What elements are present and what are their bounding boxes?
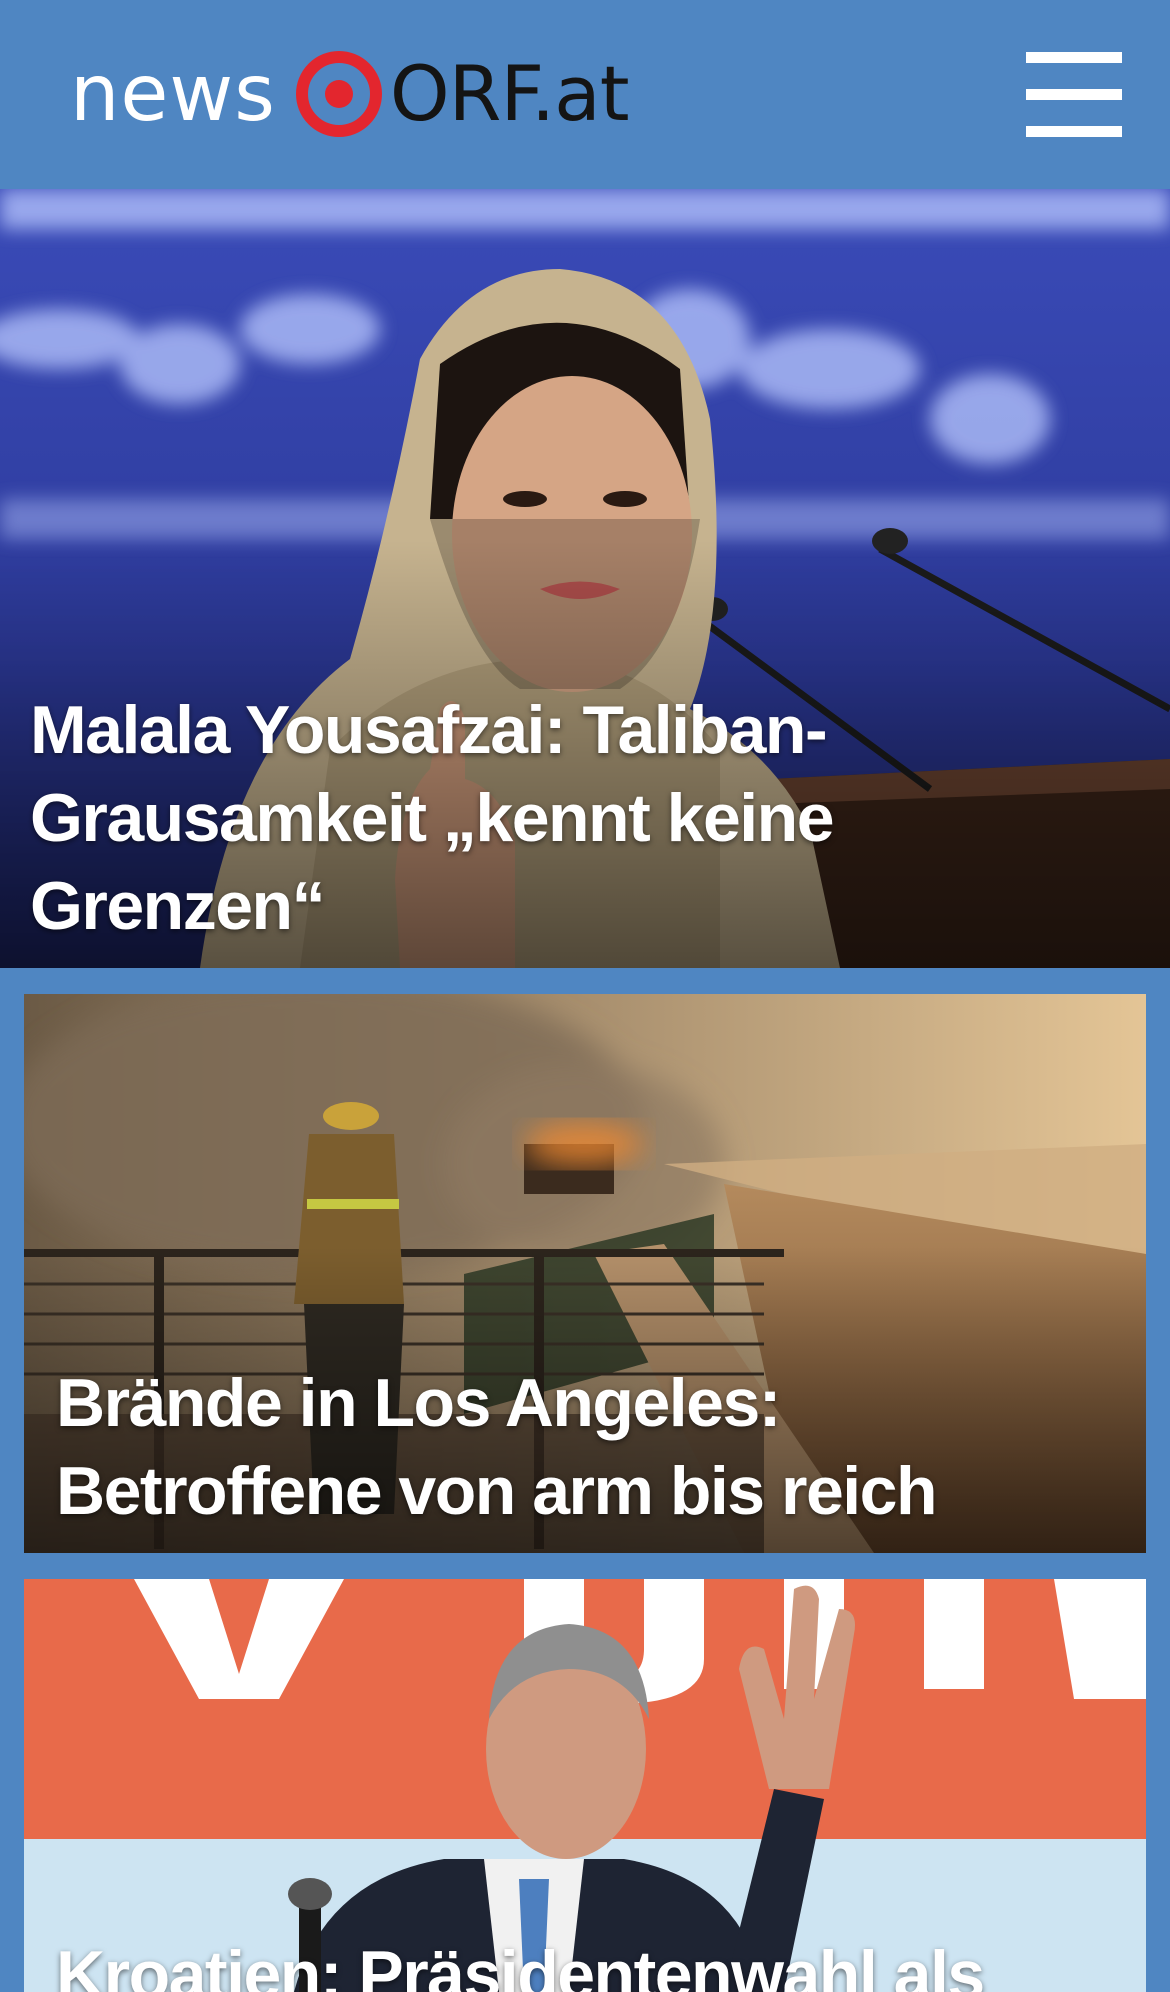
croatia-headline[interactable]: Kroatien: Präsidentenwahl als (56, 1931, 1114, 1992)
la-fires-headline[interactable]: Brände in Los Angeles: Betroffene von ar… (56, 1359, 1114, 1535)
menu-bar-middle (1026, 89, 1122, 100)
menu-bar-bottom (1026, 126, 1122, 137)
story-card-la-fires[interactable]: Brände in Los Angeles: Betroffene von ar… (24, 994, 1146, 1553)
site-header: news ORF.at (0, 0, 1170, 189)
top-story-headline[interactable]: Malala Yousafzai: Taliban-Grausamkeit „k… (30, 686, 1140, 950)
story-card-croatia[interactable]: Kroatien: Präsidentenwahl als (24, 1579, 1146, 1992)
orf-target-icon (295, 51, 382, 137)
menu-bar-top (1026, 52, 1122, 63)
logo-news-text: news (70, 49, 276, 139)
logo-orf-text: ORF.at (389, 49, 630, 138)
hamburger-menu-icon[interactable] (1026, 52, 1122, 137)
top-story-card[interactable]: Malala Yousafzai: Taliban-Grausamkeit „k… (0, 189, 1170, 968)
news-orf-logo[interactable]: news ORF.at (70, 44, 630, 144)
